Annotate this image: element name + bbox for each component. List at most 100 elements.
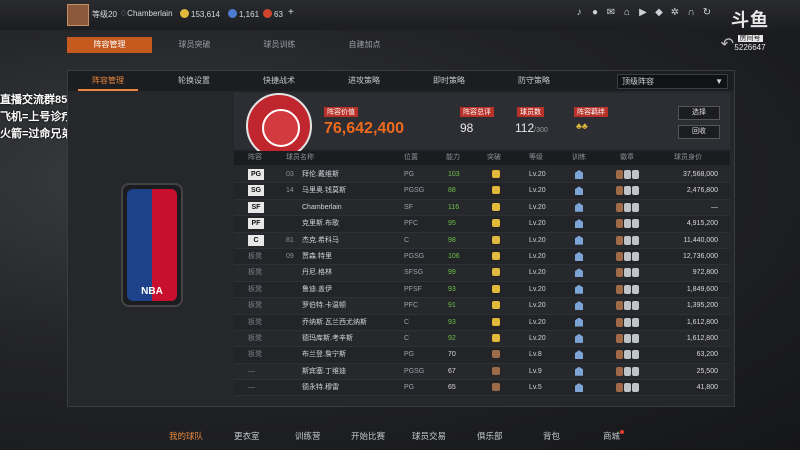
player-level: Lv.5 — [529, 384, 542, 392]
table-row[interactable]: SF Chamberlain SF 116 Lv.20 — — [234, 199, 730, 217]
player-rating: 70 — [448, 351, 456, 359]
player-rating: 65 — [448, 384, 456, 392]
nav-trade[interactable]: 球员交易 — [412, 430, 446, 442]
tab-breakthrough[interactable]: 球员突破 — [152, 37, 237, 53]
lineup-slot: 板凳 — [248, 334, 262, 342]
chevron-down-icon: ▼ — [715, 77, 723, 86]
ticket-counter: 1,161 — [228, 9, 259, 19]
jersey-number: 09 — [286, 252, 294, 260]
table-row[interactable]: 板凳 罗伯特.卡温顿 PFC 91 Lv.20 1,395,200 — [234, 298, 730, 315]
training-icon — [575, 315, 583, 330]
training-icon — [575, 298, 583, 313]
mail-icon[interactable]: ✉ — [606, 8, 616, 18]
subtab-rotation[interactable]: 轮换设置 — [164, 71, 224, 91]
table-row[interactable]: 板凳 丹尼.格林 SFSG 99 Lv.20 972,800 — [234, 265, 730, 282]
player-position: PG — [404, 171, 415, 178]
player-name: 贾森.特里 — [302, 252, 332, 260]
player-position: PFC — [404, 220, 418, 228]
training-icon — [575, 380, 583, 395]
subtab-offense[interactable]: 进攻策略 — [334, 71, 394, 91]
subtab-lineup[interactable]: 阵容管理 — [78, 71, 138, 91]
player-rating: 99 — [448, 269, 456, 277]
breakthrough-icon — [492, 364, 500, 379]
lineup-slot: PG — [248, 167, 264, 182]
breakthrough-icon — [492, 216, 500, 231]
player-value: 972,800 — [692, 269, 718, 277]
table-row[interactable]: PF 克里斯.布歌 PFC 95 Lv.20 4,915,200 — [234, 216, 730, 233]
nav-training-camp[interactable]: 训练营 — [295, 430, 321, 442]
badge-icons — [616, 249, 639, 264]
player-rating: 93 — [448, 285, 456, 293]
value-label: 阵容价值 — [324, 107, 358, 117]
table-row[interactable]: 板凳 乔纳斯.瓦兰西尤纳斯 C 93 Lv.20 1,612,800 — [234, 314, 730, 331]
count-label: 球员数 — [517, 107, 544, 117]
player-level: Lv.20 — [529, 171, 546, 178]
avatar[interactable] — [67, 4, 89, 26]
nav-start-match[interactable]: 开始比赛 — [351, 430, 385, 442]
bell-icon[interactable]: ♪ — [574, 8, 584, 18]
refresh-icon[interactable]: ↻ — [702, 8, 712, 18]
subtab-quick-tactics[interactable]: 快捷战术 — [249, 71, 309, 91]
user-icon[interactable]: ● — [590, 8, 600, 18]
lineup-dropdown[interactable]: 顶级阵容 ▼ — [617, 74, 728, 89]
training-icon — [575, 331, 583, 346]
table-row[interactable]: — 斯宾塞.丁维迪 PGSG 67 Lv.9 25,500 — [234, 363, 730, 381]
player-name: 德永特.穆雷 — [302, 384, 339, 392]
player-name: 杰克.希科马 — [302, 236, 339, 244]
badge-icons — [616, 347, 639, 362]
select-button[interactable]: 选择 — [678, 106, 720, 120]
recycle-button[interactable]: 回收 — [678, 125, 720, 139]
nav-shop[interactable]: 商城 — [603, 430, 625, 442]
player-rating: 88 — [448, 187, 456, 195]
tab-custom-points[interactable]: 自建加点 — [322, 37, 407, 53]
player-position: PFC — [404, 302, 418, 310]
rating-label: 阵容总评 — [460, 107, 494, 117]
notification-dot — [620, 430, 625, 434]
player-value: 1,849,600 — [686, 285, 718, 293]
player-rating: 92 — [448, 334, 456, 342]
player-rating: 103 — [448, 171, 460, 178]
gem-counter: 63 — [263, 9, 283, 19]
player-value: 63,200 — [696, 351, 718, 359]
lineup-slot: 板凳 — [248, 252, 262, 260]
table-row[interactable]: 板凳 09 贾森.特里 PGSG 106 Lv.20 12,736,000 — [234, 248, 730, 266]
player-name: 克里斯.布歌 — [302, 220, 339, 228]
home-icon[interactable]: ⌂ — [622, 8, 632, 18]
tab-training[interactable]: 球员训练 — [237, 37, 322, 53]
training-icon — [575, 167, 583, 182]
gear-icon[interactable]: ✲ — [670, 8, 680, 18]
nav-club[interactable]: 俱乐部 — [477, 430, 503, 442]
tab-lineup[interactable]: 阵容管理 — [67, 37, 152, 53]
player-position: PG — [404, 351, 415, 359]
table-row[interactable]: SG 14 马里奥.钱莫斯 PGSG 88 Lv.20 2,476,800 — [234, 183, 730, 200]
headset-icon[interactable]: ∩ — [686, 8, 696, 18]
table-row[interactable]: 板凳 鲁迪.盖伊 PFSF 93 Lv.20 1,849,600 — [234, 281, 730, 299]
nav-my-team[interactable]: 我的球队 — [169, 430, 203, 442]
player-value: 1,612,800 — [686, 334, 718, 342]
player-rating: 98 — [448, 236, 456, 244]
table-row[interactable]: 板凳 德玛库斯.考辛斯 C 92 Lv.20 1,612,800 — [234, 330, 730, 348]
player-name: 德玛库斯.考辛斯 — [302, 334, 353, 342]
lineup-slot: 板凳 — [248, 302, 262, 310]
team-banner: 阵容价值 76,642,400 阵容总评 98 球员数 112/300 阵容羁绊… — [234, 93, 730, 159]
video-icon[interactable]: ▶ — [638, 8, 648, 18]
add-currency-button[interactable]: + — [288, 7, 294, 18]
player-table: PG 03 拜伦.戴维斯 PG 103 Lv.20 37,568,000 SG 14 马里奥.钱莫… — [234, 167, 730, 397]
player-level: Lv.8 — [529, 351, 542, 359]
shield-icon[interactable]: ◆ — [654, 8, 664, 18]
player-value: 1,612,800 — [686, 318, 718, 326]
table-row[interactable]: PG 03 拜伦.戴维斯 PG 103 Lv.20 37,568,000 — [234, 167, 730, 184]
subtab-defense[interactable]: 防守策略 — [504, 71, 564, 91]
table-row[interactable]: — 德永特.穆雷 PG 65 Lv.5 41,800 — [234, 380, 730, 397]
bond-icons[interactable]: ♣♣ — [576, 121, 588, 131]
breakthrough-icon — [492, 380, 500, 395]
subtab-instant[interactable]: 即时策略 — [419, 71, 479, 91]
nav-bag[interactable]: 背包 — [543, 430, 560, 442]
nav-locker-room[interactable]: 更衣室 — [234, 430, 260, 442]
table-row[interactable]: C 81 杰克.希科马 C 98 Lv.20 11,440,000 — [234, 232, 730, 249]
breakthrough-icon — [492, 167, 500, 182]
badge-icons — [616, 167, 639, 182]
table-row[interactable]: 板凳 布兰登.詹宁斯 PG 70 Lv.8 63,200 — [234, 347, 730, 364]
back-arrow-icon[interactable]: ↶ — [721, 34, 734, 54]
player-value: — — [711, 203, 718, 211]
